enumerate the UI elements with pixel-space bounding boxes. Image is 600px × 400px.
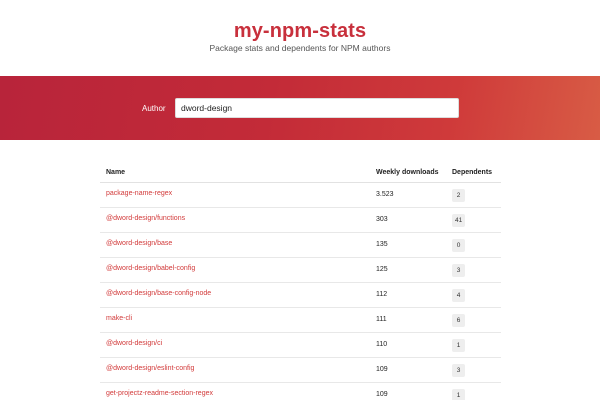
package-link[interactable]: @dword-design/base [106,240,172,247]
weekly-downloads: 3.523 [376,191,394,198]
table-row: @dword-design/base-config-node 112 4 [100,283,501,308]
table-row: @dword-design/ci 110 1 [100,333,501,358]
dependents-badge: 4 [452,289,465,302]
weekly-downloads: 135 [376,241,388,248]
page-title: my-npm-stats [233,20,367,42]
dependents-badge: 3 [452,264,465,277]
dependents-badge: 2 [452,189,465,202]
dependents-badge: 0 [452,239,465,252]
table-row: make-cli 111 6 [100,308,501,333]
package-link[interactable]: @dword-design/base-config-node [106,290,211,297]
table-row: @dword-design/eslint-config 109 3 [100,358,501,383]
package-link[interactable]: @dword-design/ci [106,340,162,347]
table-row: @dword-design/base 135 0 [100,233,501,258]
table-row: get-projectz-readme-section-regex 109 1 [100,383,501,400]
package-link[interactable]: package-name-regex [106,190,172,197]
weekly-downloads: 110 [376,341,388,348]
package-link[interactable]: get-projectz-readme-section-regex [106,390,213,397]
package-link[interactable]: @dword-design/eslint-config [106,365,194,372]
weekly-downloads: 112 [376,291,388,298]
page-header: my-npm-stats Package stats and dependent… [0,0,600,76]
table-header: Name Weekly downloads Dependents [100,162,501,183]
author-label: Author [142,104,166,113]
table-row: package-name-regex 3.523 2 [100,183,501,208]
dependents-badge: 1 [452,389,465,400]
weekly-downloads: 109 [376,366,388,373]
table-row: @dword-design/babel-config 125 3 [100,258,501,283]
search-banner: Author [0,76,600,140]
page-subtitle: Package stats and dependents for NPM aut… [209,43,391,53]
packages-table: Name Weekly downloads Dependents package… [100,162,501,400]
column-header-name: Name [106,169,126,176]
table-row: @dword-design/functions 303 41 [100,208,501,233]
column-header-dependents: Dependents [452,169,493,176]
package-link[interactable]: @dword-design/functions [106,215,185,222]
dependents-badge: 6 [452,314,465,327]
weekly-downloads: 111 [376,316,387,323]
dependents-badge: 3 [452,364,465,377]
weekly-downloads: 303 [376,216,388,223]
author-input[interactable] [175,98,459,118]
column-header-weekly-downloads: Weekly downloads [376,169,439,176]
weekly-downloads: 125 [376,266,388,273]
package-link[interactable]: @dword-design/babel-config [106,265,195,272]
package-link[interactable]: make-cli [106,315,132,322]
weekly-downloads: 109 [376,391,388,398]
dependents-badge: 1 [452,339,465,352]
dependents-badge: 41 [452,214,466,227]
